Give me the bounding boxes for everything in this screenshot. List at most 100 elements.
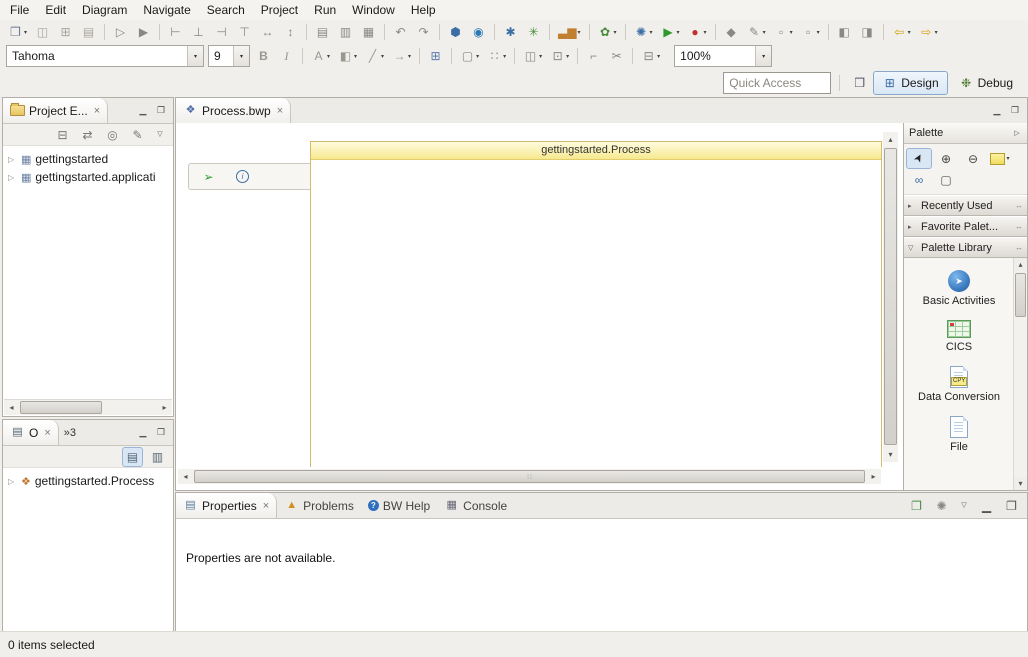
collapse-all-button[interactable]: ⊟ [52,125,73,145]
group-button[interactable]: ⌐ [583,44,604,68]
maximize-icon[interactable]: ❐ [1007,103,1023,119]
save-all-button[interactable]: ⊞ [55,20,76,44]
drawer-pin-icon[interactable]: ↔ [1015,222,1023,231]
align-right-button[interactable]: ⊣ [211,20,232,44]
debug-button[interactable]: ▷ [110,20,131,44]
new-server-button[interactable]: ⬢ [445,20,466,44]
debug-launch-button[interactable]: ●▾ [685,20,710,44]
tree-item[interactable]: ▷▦gettingstarted [3,150,173,168]
view-menu-button[interactable]: ▽ [152,125,168,145]
menu-item-diagram[interactable]: Diagram [74,0,135,20]
scrollbar-thumb[interactable] [1015,273,1026,317]
scroll-up-icon[interactable]: ▴ [1014,258,1027,271]
scrollbar-thumb[interactable] [884,148,897,445]
scrollbar-track[interactable] [1014,271,1027,477]
module-properties-button[interactable]: ✱ [500,20,521,44]
maximize-button[interactable]: ❐ [1001,494,1022,518]
match-size-button[interactable]: ▦ [358,20,379,44]
menu-item-run[interactable]: Run [306,0,344,20]
select-mode-button[interactable]: ▢▾ [457,44,482,68]
palette-item-file[interactable]: File [904,408,1014,458]
fill-color-button[interactable]: ◧▾ [335,44,360,68]
border-style-button[interactable]: ⊟▾ [638,44,663,68]
outline-tab[interactable]: ▤ O × [3,420,59,445]
zoom-select[interactable]: 100% ▾ [674,45,772,67]
expander-icon[interactable]: ▷ [8,155,17,164]
align-center-button[interactable]: ⊥ [188,20,209,44]
save-button[interactable]: ◫ [32,20,53,44]
bold-button[interactable]: B [253,44,274,68]
tab-properties[interactable]: ▤Properties× [176,493,277,518]
forward-button[interactable]: ⇨▾ [916,20,941,44]
outline-overview-button[interactable]: ▥ [147,447,168,467]
info-button[interactable]: i [233,167,252,187]
last-edit-location-button[interactable]: ◨ [857,20,878,44]
focus-button[interactable]: ◎ [102,125,123,145]
palette-pin-icon[interactable]: ▷ [1012,130,1022,137]
zoom-out-tool-button[interactable]: ⊖ [960,148,986,169]
chevron-down-icon[interactable]: ▾ [233,46,249,66]
scroll-down-icon[interactable]: ▾ [883,447,898,462]
shared-resource-button[interactable]: ✳ [523,20,544,44]
expander-icon[interactable]: ▷ [8,173,17,182]
snap-grid-button[interactable]: ∷▾ [484,44,509,68]
layout-button[interactable]: ◫▾ [520,44,545,68]
close-icon[interactable]: × [277,105,283,117]
font-color-button[interactable]: A▾ [308,44,333,68]
editor-tab-process-bwp[interactable]: ❖ Process.bwp × [176,98,291,123]
project-explorer-hscrollbar[interactable]: ◂ ▸ [4,399,172,415]
create-start-button[interactable]: ➢ [198,167,219,187]
quick-access-input[interactable] [723,72,831,94]
menu-item-edit[interactable]: Edit [37,0,74,20]
palette-config-button[interactable]: ✿▾ [595,20,620,44]
view-menu-button[interactable]: ▽ [956,494,972,518]
canvas-vertical-scrollbar[interactable]: ▴ ▾ [883,132,898,462]
zoom-in-tool-button[interactable]: ⊕ [933,148,959,169]
line-style-button[interactable]: ╱▾ [362,44,387,68]
toggle-decorations-button[interactable]: ▫▾ [771,20,796,44]
settings-button[interactable]: ✺ [931,494,952,518]
pin-editor-button[interactable]: ◧ [834,20,855,44]
palette-item-basic[interactable]: ➤Basic Activities [904,262,1014,312]
new-wizard-button[interactable]: ❒▾ [5,20,30,44]
customize-view-button[interactable]: ✎ [127,125,148,145]
scrollbar-track[interactable] [19,400,157,415]
close-icon[interactable]: × [263,500,269,512]
distribute-horizontal-button[interactable]: ↔ [257,20,278,44]
detach-view-button[interactable]: ❐ [906,494,927,518]
undo-button[interactable]: ↶ [390,20,411,44]
scroll-right-icon[interactable]: ▸ [866,469,881,484]
canvas-horizontal-scrollbar[interactable]: ◂ ∷ ▸ [178,469,881,484]
align-top-button[interactable]: ⊤ [234,20,255,44]
match-width-button[interactable]: ▤ [312,20,333,44]
expander-icon[interactable]: ▷ [8,477,17,486]
open-perspective-button[interactable]: ❒ [849,71,870,95]
link-editor-button[interactable]: ⇄ [77,125,98,145]
tab-bw-help[interactable]: ?BW Help [361,493,437,518]
arrow-style-button[interactable]: →▾ [389,44,414,68]
breakpoint-button[interactable]: ◆ [721,20,742,44]
menu-item-project[interactable]: Project [253,0,306,20]
italic-button[interactable]: I [276,44,297,68]
edit-button[interactable]: ✎▾ [744,20,769,44]
ungroup-button[interactable]: ✂ [606,44,627,68]
scrollbar-track[interactable] [883,147,898,447]
drawer-recently-used[interactable]: ▸ Recently Used ↔ [904,195,1027,216]
font-size-select[interactable]: 9 ▾ [208,45,250,67]
close-icon[interactable]: × [44,427,50,439]
scroll-up-icon[interactable]: ▴ [883,132,898,147]
menu-item-search[interactable]: Search [199,0,253,20]
maximize-icon[interactable]: ❐ [153,103,169,119]
selection-tool-button[interactable]: ➤ [906,148,932,169]
web-resource-button[interactable]: ◉ [468,20,489,44]
outline-tree-button[interactable]: ▤ [122,447,143,467]
scroll-left-icon[interactable]: ◂ [178,469,193,484]
minimize-icon[interactable]: ▁ [135,103,151,119]
run-button[interactable]: ▶ [133,20,154,44]
redo-button[interactable]: ↷ [413,20,434,44]
toggle-labels-button[interactable]: ▫▾ [798,20,823,44]
tree-item[interactable]: ▷❖gettingstarted.Process [3,472,173,490]
menu-item-navigate[interactable]: Navigate [135,0,198,20]
scroll-right-icon[interactable]: ▸ [157,400,172,415]
tree-item[interactable]: ▷▦gettingstarted.applicati [3,168,173,186]
